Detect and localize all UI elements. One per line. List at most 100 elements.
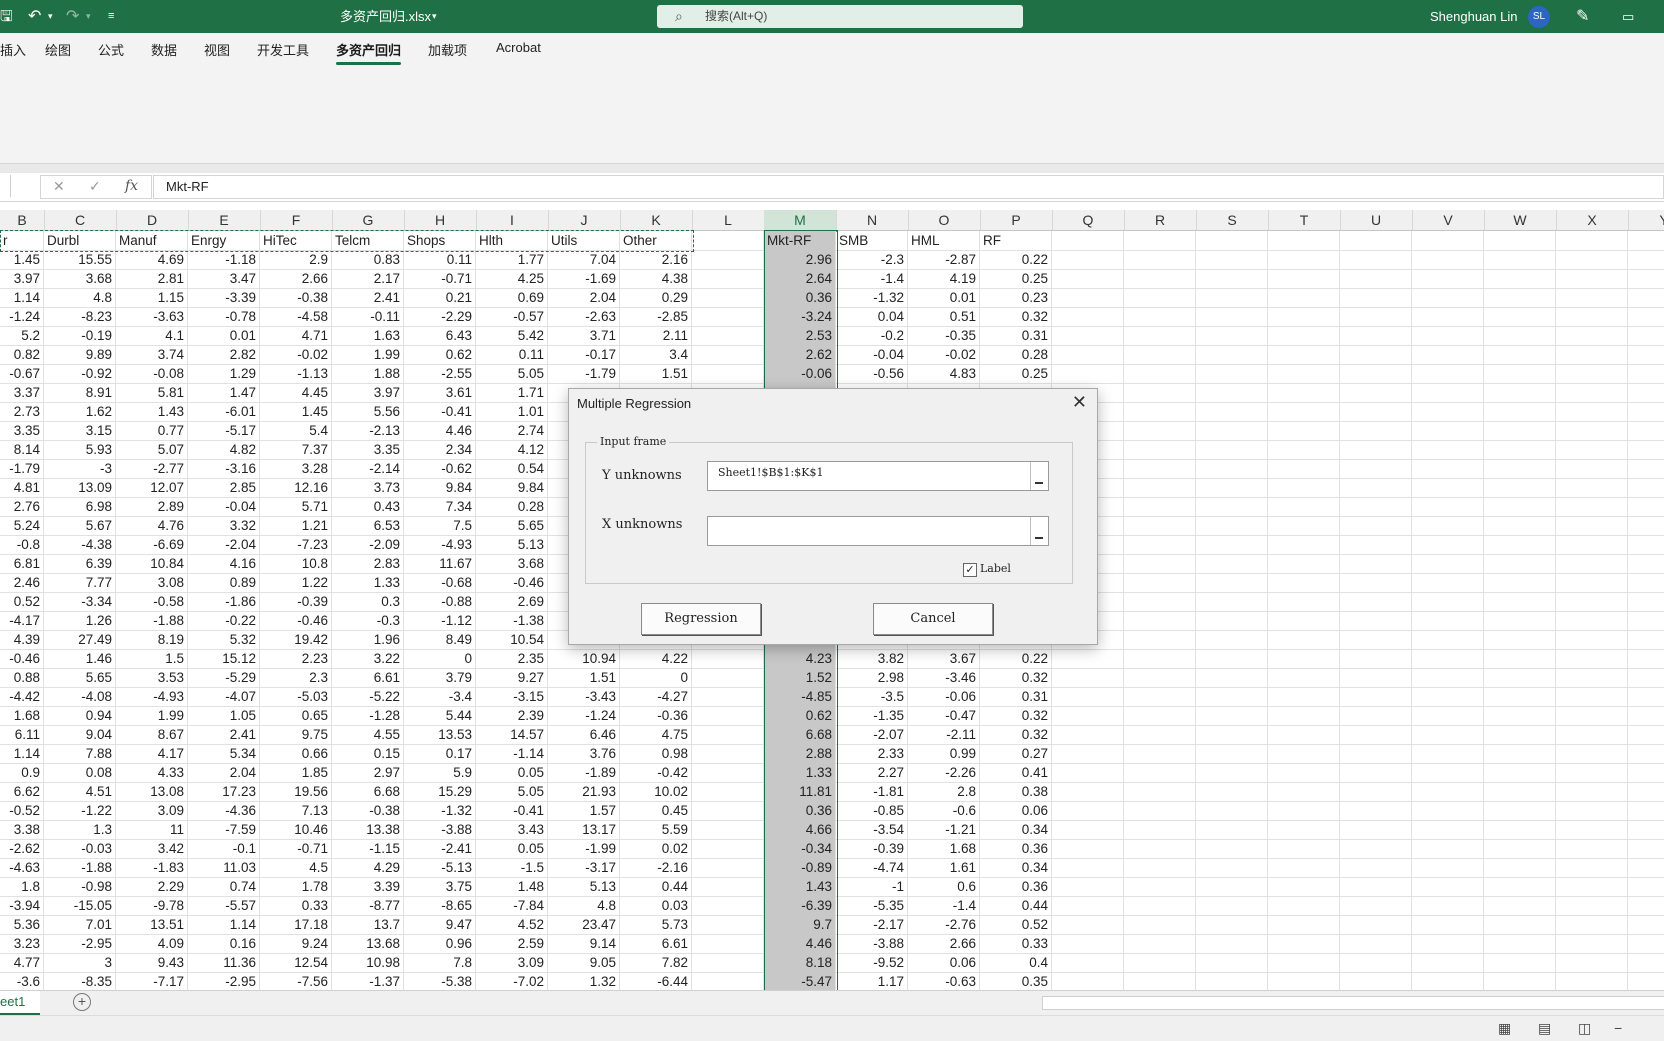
column-header-T[interactable]: T xyxy=(1268,210,1341,230)
cell[interactable]: 1.63 xyxy=(332,326,404,345)
y-range-selector-icon[interactable] xyxy=(1030,462,1048,490)
cell[interactable] xyxy=(1484,668,1556,687)
cell[interactable]: -0.46 xyxy=(260,611,332,630)
column-header-R[interactable]: R xyxy=(1124,210,1197,230)
cell[interactable] xyxy=(1484,326,1556,345)
cell[interactable] xyxy=(1412,649,1484,668)
cell[interactable] xyxy=(1628,820,1664,839)
cell[interactable]: 3.28 xyxy=(260,459,332,478)
cell[interactable] xyxy=(1340,383,1412,402)
cell[interactable]: 0.9 xyxy=(0,763,44,782)
cell[interactable]: 3.82 xyxy=(836,649,908,668)
cell[interactable]: -1.18 xyxy=(188,250,260,269)
cell[interactable]: 13.38 xyxy=(332,820,404,839)
cell[interactable]: -8.35 xyxy=(44,972,116,990)
cell[interactable] xyxy=(1268,972,1340,990)
cell[interactable] xyxy=(1340,459,1412,478)
cell[interactable] xyxy=(1124,744,1196,763)
cell[interactable] xyxy=(1124,801,1196,820)
cell[interactable] xyxy=(1268,231,1340,250)
cell[interactable] xyxy=(1412,630,1484,649)
cell[interactable] xyxy=(1340,839,1412,858)
enter-icon[interactable]: ✓ xyxy=(89,178,101,195)
cell[interactable]: -0.68 xyxy=(404,573,476,592)
cell[interactable] xyxy=(1412,554,1484,573)
cell[interactable]: 13.09 xyxy=(44,478,116,497)
cell[interactable] xyxy=(1556,478,1628,497)
cell[interactable] xyxy=(1412,687,1484,706)
cell[interactable]: 0.32 xyxy=(980,668,1052,687)
cell[interactable] xyxy=(1484,934,1556,953)
cell[interactable]: 3.09 xyxy=(476,953,548,972)
cell[interactable]: 5.81 xyxy=(116,383,188,402)
cell[interactable] xyxy=(1412,782,1484,801)
cell[interactable]: 3.67 xyxy=(908,649,980,668)
cell[interactable]: 2.76 xyxy=(0,497,44,516)
cell[interactable]: -0.46 xyxy=(476,573,548,592)
cell[interactable] xyxy=(1628,934,1664,953)
cell[interactable] xyxy=(1268,478,1340,497)
cell[interactable] xyxy=(1412,440,1484,459)
cell[interactable] xyxy=(1556,250,1628,269)
cell[interactable] xyxy=(1052,934,1124,953)
cell[interactable] xyxy=(1268,440,1340,459)
cell[interactable] xyxy=(1412,250,1484,269)
cell[interactable]: 0.82 xyxy=(0,345,44,364)
cell[interactable] xyxy=(692,668,764,687)
cell[interactable]: -1.88 xyxy=(116,611,188,630)
cell[interactable] xyxy=(1124,630,1196,649)
cell[interactable] xyxy=(1052,839,1124,858)
cell[interactable]: 0.99 xyxy=(908,744,980,763)
cell[interactable]: 2.41 xyxy=(188,725,260,744)
cell[interactable]: 2.98 xyxy=(836,668,908,687)
cell[interactable] xyxy=(1412,744,1484,763)
cell[interactable] xyxy=(1052,820,1124,839)
cell[interactable]: 2.17 xyxy=(332,269,404,288)
cell[interactable]: -1.24 xyxy=(548,706,620,725)
cell[interactable] xyxy=(1556,288,1628,307)
add-sheet-icon[interactable]: + xyxy=(73,993,91,1011)
cell[interactable]: 1.51 xyxy=(548,668,620,687)
cell[interactable] xyxy=(1196,250,1268,269)
cell[interactable]: -1.32 xyxy=(404,801,476,820)
cell[interactable] xyxy=(1052,364,1124,383)
column-header-H[interactable]: H xyxy=(404,210,477,230)
tab-addins[interactable]: 加载项 xyxy=(428,40,467,59)
cell[interactable]: -3.4 xyxy=(404,687,476,706)
cell[interactable] xyxy=(1484,421,1556,440)
customize-toolbar-icon[interactable]: ≡ xyxy=(108,0,114,33)
cell[interactable]: 5.24 xyxy=(0,516,44,535)
cell[interactable]: -1.69 xyxy=(548,269,620,288)
cell[interactable]: -1.35 xyxy=(836,706,908,725)
cell[interactable]: 7.37 xyxy=(260,440,332,459)
cell[interactable]: 1.33 xyxy=(764,763,836,782)
cell[interactable]: 2.97 xyxy=(332,763,404,782)
tab-developer[interactable]: 开发工具 xyxy=(257,40,309,59)
cell[interactable]: -0.11 xyxy=(332,307,404,326)
cell[interactable]: 1.51 xyxy=(620,364,692,383)
cell[interactable] xyxy=(1268,592,1340,611)
cell[interactable] xyxy=(692,649,764,668)
cell[interactable]: 4.38 xyxy=(620,269,692,288)
cell[interactable]: 3.71 xyxy=(548,326,620,345)
cell[interactable]: -1.4 xyxy=(908,896,980,915)
cell[interactable] xyxy=(1412,383,1484,402)
cell[interactable]: 2.66 xyxy=(260,269,332,288)
cell[interactable]: -0.85 xyxy=(836,801,908,820)
cell[interactable] xyxy=(1556,934,1628,953)
cell[interactable] xyxy=(692,250,764,269)
cell[interactable]: 8.14 xyxy=(0,440,44,459)
cell[interactable] xyxy=(1484,345,1556,364)
cell[interactable]: 4.33 xyxy=(116,763,188,782)
cell[interactable] xyxy=(1628,554,1664,573)
cell[interactable] xyxy=(1268,383,1340,402)
cell[interactable]: -0.52 xyxy=(0,801,44,820)
cell[interactable] xyxy=(1340,231,1412,250)
cell[interactable]: 2.27 xyxy=(836,763,908,782)
cell[interactable]: -8.77 xyxy=(332,896,404,915)
header-cell[interactable]: Utils xyxy=(548,231,620,250)
cell[interactable] xyxy=(1196,706,1268,725)
cell[interactable] xyxy=(1340,934,1412,953)
file-name[interactable]: 多资产回归.xlsx xyxy=(340,0,431,33)
cell[interactable] xyxy=(1556,668,1628,687)
